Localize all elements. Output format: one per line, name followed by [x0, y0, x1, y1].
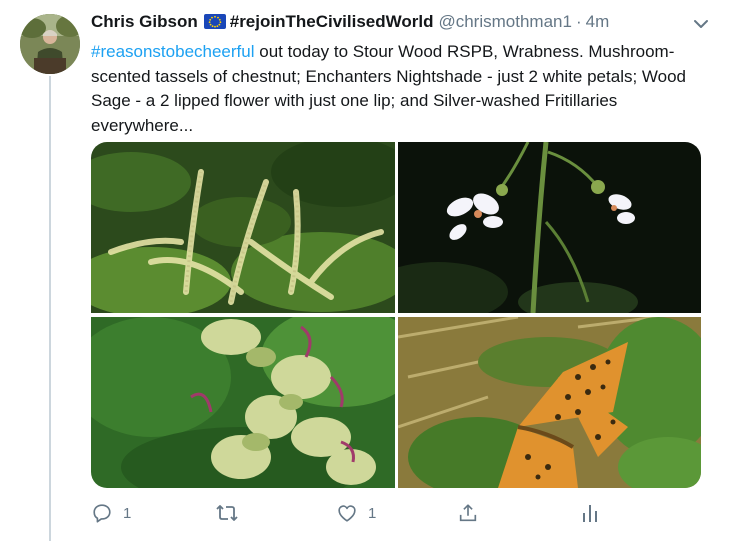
header-separator: ·: [575, 12, 582, 31]
heart-icon: [336, 502, 358, 524]
eu-flag-icon: [203, 14, 226, 34]
tweet-actions: 1 1: [91, 498, 701, 528]
chevron-down-icon[interactable]: [691, 14, 711, 34]
share-icon: [457, 502, 479, 524]
author-handle[interactable]: @chrismothman1: [438, 12, 571, 31]
author-name[interactable]: Chris Gibson: [91, 12, 198, 31]
hashtag-link[interactable]: #reasonstobecheerful: [91, 42, 255, 61]
tweet-text: #reasonstobecheerful out today to Stour …: [91, 40, 711, 138]
retweet-button[interactable]: [215, 498, 249, 528]
like-button[interactable]: 1: [336, 498, 376, 528]
reply-count: 1: [123, 504, 132, 522]
photo-chestnut-catkins[interactable]: [91, 142, 395, 313]
tweet-header: Chris Gibson #rejoinTheCivilisedWorld @chr…: [91, 12, 711, 38]
photo-silver-washed-fritillary[interactable]: [398, 317, 701, 488]
like-count: 1: [368, 504, 377, 522]
author-name-tag[interactable]: #rejoinTheCivilisedWorld: [230, 12, 434, 31]
reply-icon: [91, 502, 113, 524]
analytics-button[interactable]: [580, 498, 600, 528]
tweet-card[interactable]: Chris Gibson #rejoinTheCivilisedWorld @chr…: [0, 0, 731, 541]
media-grid: [91, 142, 701, 488]
retweet-icon: [215, 502, 239, 524]
reply-button[interactable]: 1: [91, 498, 131, 528]
thread-line: [49, 76, 51, 541]
photo-enchanters-nightshade[interactable]: [398, 142, 701, 313]
photo-wood-sage[interactable]: [91, 317, 395, 488]
analytics-icon: [580, 502, 600, 524]
share-button[interactable]: [457, 498, 479, 528]
tweet-timestamp[interactable]: 4m: [586, 12, 610, 31]
avatar[interactable]: [20, 14, 80, 74]
